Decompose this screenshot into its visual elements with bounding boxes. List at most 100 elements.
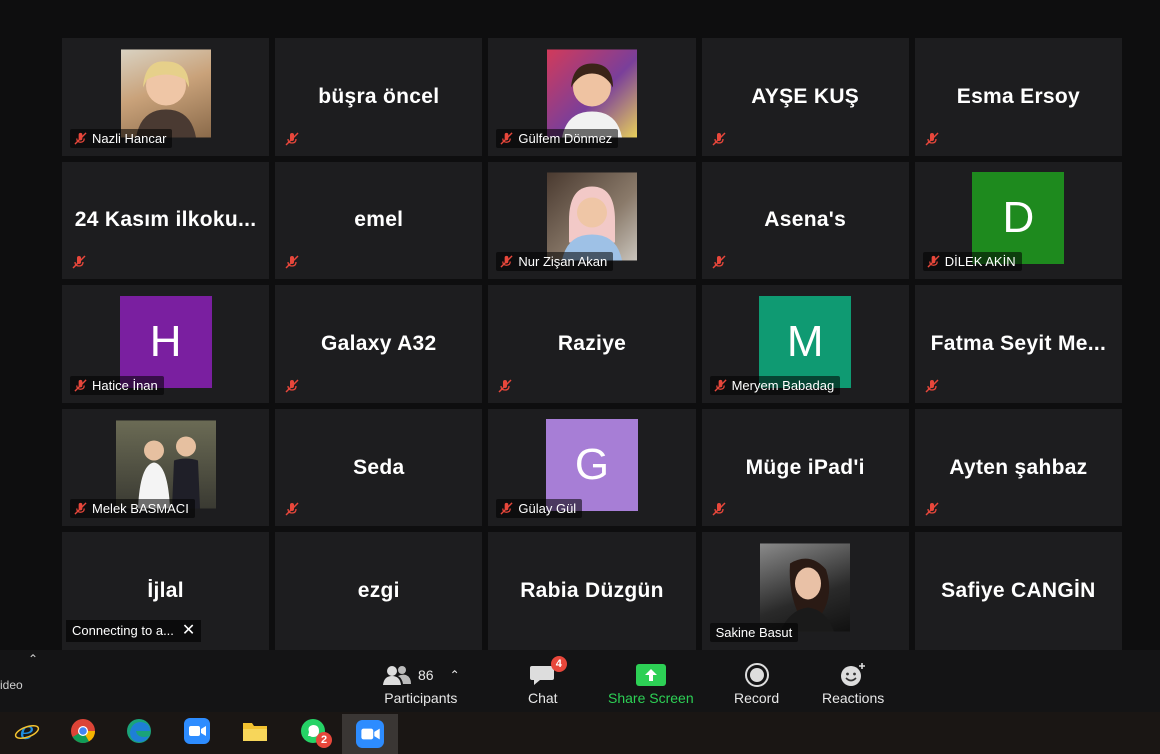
name-label: Nazli Hancar bbox=[70, 128, 173, 148]
participant-name: Melek BASMACI bbox=[92, 501, 189, 517]
participant-tile[interactable]: 24 Kasım ilkoku... bbox=[62, 161, 270, 280]
participant-name: Asena's bbox=[764, 208, 847, 232]
name-label: DİLEK AKİN bbox=[922, 252, 1022, 272]
name-label: Nur Zişan Akan bbox=[496, 252, 614, 272]
mic-muted-icon bbox=[72, 255, 86, 269]
mic-muted-icon bbox=[74, 132, 87, 145]
mic-muted-icon bbox=[285, 255, 299, 269]
edge-icon[interactable] bbox=[124, 716, 154, 746]
participant-tile[interactable]: Asena's bbox=[701, 161, 909, 280]
chat-button[interactable]: 4 Chat bbox=[528, 656, 567, 706]
participant-tile[interactable]: büşra öncel bbox=[275, 38, 483, 156]
participant-name: Raziye bbox=[557, 331, 627, 355]
participant-name: İjlal bbox=[147, 579, 184, 603]
participant-name: Seda bbox=[353, 455, 405, 479]
participant-tile[interactable]: AYŞE KUŞ bbox=[701, 38, 909, 156]
participant-tile[interactable]: Nazli Hancar bbox=[62, 38, 270, 156]
participant-tile[interactable]: Nur Zişan Akan bbox=[488, 161, 696, 280]
internet-explorer-icon[interactable]: e bbox=[12, 716, 42, 746]
chat-label: Chat bbox=[528, 690, 558, 706]
meeting-toolbar bbox=[0, 650, 1160, 712]
participant-name: emel bbox=[354, 208, 404, 232]
mic-muted-icon bbox=[712, 255, 726, 269]
mic-muted-icon bbox=[498, 379, 512, 393]
participants-count: 86 bbox=[418, 667, 434, 683]
record-label: Record bbox=[734, 690, 780, 706]
whatsapp-icon[interactable]: 2 bbox=[298, 716, 332, 748]
participant-tile[interactable]: Ayten şahbaz bbox=[914, 408, 1122, 527]
participant-name: Fatma Seyit Me... bbox=[930, 331, 1107, 355]
name-label: Melek BASMACI bbox=[70, 499, 195, 519]
participant-tile[interactable]: Safiye CANGİN bbox=[914, 532, 1122, 650]
participant-name: ezgi bbox=[357, 579, 400, 603]
reactions-label: Reactions bbox=[822, 690, 885, 706]
participants-label: Participants bbox=[384, 690, 458, 706]
participant-photo bbox=[546, 49, 637, 138]
mic-muted-icon bbox=[285, 379, 299, 393]
participant-name: Ayten şahbaz bbox=[949, 455, 1088, 479]
avatar: M bbox=[759, 295, 852, 388]
mic-muted-icon bbox=[74, 502, 87, 515]
zoom-meeting-taskbar-icon[interactable] bbox=[342, 714, 398, 754]
mic-muted-icon bbox=[925, 502, 939, 516]
reactions-icon bbox=[841, 663, 866, 686]
share-screen-label: Share Screen bbox=[608, 690, 694, 706]
participant-name: Gülay Gül bbox=[518, 501, 577, 517]
participant-tile[interactable]: emel bbox=[275, 161, 483, 280]
participants-icon bbox=[383, 666, 411, 685]
share-screen-button[interactable]: Share Screen bbox=[608, 660, 694, 706]
zoom-app-icon[interactable] bbox=[182, 716, 212, 746]
participant-tile[interactable]: Galaxy A32 bbox=[275, 285, 483, 403]
close-icon[interactable]: ✕ bbox=[182, 622, 195, 639]
participant-tile[interactable]: Melek BASMACI bbox=[62, 408, 270, 527]
mic-muted-icon bbox=[925, 132, 939, 146]
participant-name: DİLEK AKİN bbox=[944, 254, 1016, 270]
participant-tile[interactable]: G Gülay Gül bbox=[488, 408, 696, 527]
participants-button[interactable]: 86 ⌃ Participants bbox=[382, 660, 460, 706]
chrome-icon[interactable] bbox=[68, 716, 98, 746]
participant-tile[interactable]: Sakine Basut bbox=[701, 532, 909, 650]
participant-tile[interactable]: İjlal Connecting to a... ✕ bbox=[62, 532, 270, 650]
name-label: Gülay Gül bbox=[496, 499, 583, 519]
file-explorer-icon[interactable] bbox=[240, 716, 270, 746]
name-label: Gülfem Dönmez bbox=[496, 128, 619, 148]
connecting-status: Connecting to a... ✕ bbox=[66, 619, 202, 642]
participant-tile[interactable]: Müge iPad'i bbox=[701, 408, 909, 527]
name-label: Hatice İnan bbox=[70, 375, 164, 395]
participant-name: büşra öncel bbox=[318, 84, 440, 108]
chevron-up-icon[interactable]: ⌃ bbox=[28, 652, 38, 666]
mic-muted-icon bbox=[500, 502, 513, 515]
participant-name: Galaxy A32 bbox=[321, 331, 437, 355]
participant-tile[interactable]: Seda bbox=[275, 408, 483, 527]
video-grid: Nazli Hancar büşra öncel Gülfem Dönmez A… bbox=[62, 38, 1122, 650]
reactions-button[interactable]: Reactions bbox=[822, 660, 884, 706]
participant-tile[interactable]: Esma Ersoy bbox=[914, 38, 1122, 156]
participant-tile[interactable]: D DİLEK AKİN bbox=[914, 161, 1122, 280]
participant-name: 24 Kasım ilkoku... bbox=[74, 208, 257, 232]
mic-muted-icon bbox=[714, 379, 727, 392]
participant-photo bbox=[546, 172, 637, 261]
participant-name: Hatice İnan bbox=[92, 377, 158, 393]
mic-muted-icon bbox=[285, 132, 299, 146]
mic-muted-icon bbox=[74, 379, 87, 392]
participant-tile[interactable]: H Hatice İnan bbox=[62, 285, 270, 403]
record-button[interactable]: Record bbox=[734, 660, 779, 706]
mic-muted-icon bbox=[927, 255, 940, 268]
participant-photo bbox=[120, 49, 211, 138]
chevron-up-icon[interactable]: ⌃ bbox=[450, 668, 460, 682]
mic-muted-icon bbox=[285, 502, 299, 516]
whatsapp-badge: 2 bbox=[316, 732, 332, 748]
participant-tile[interactable]: Raziye bbox=[488, 285, 696, 403]
mic-muted-icon bbox=[925, 379, 939, 393]
participant-tile[interactable]: Gülfem Dönmez bbox=[488, 38, 696, 156]
windows-taskbar bbox=[0, 712, 1160, 754]
record-icon bbox=[744, 663, 769, 687]
participant-tile[interactable]: M Meryem Babadag bbox=[701, 285, 909, 403]
participant-name: Meryem Babadag bbox=[731, 377, 835, 393]
video-label: ideo bbox=[0, 678, 23, 692]
participant-tile[interactable]: Fatma Seyit Me... bbox=[914, 285, 1122, 403]
mic-muted-icon bbox=[500, 132, 513, 145]
participant-tile[interactable]: Rabia Düzgün bbox=[488, 532, 696, 650]
svg-text:e: e bbox=[20, 718, 34, 744]
participant-tile[interactable]: ezgi bbox=[275, 532, 483, 650]
